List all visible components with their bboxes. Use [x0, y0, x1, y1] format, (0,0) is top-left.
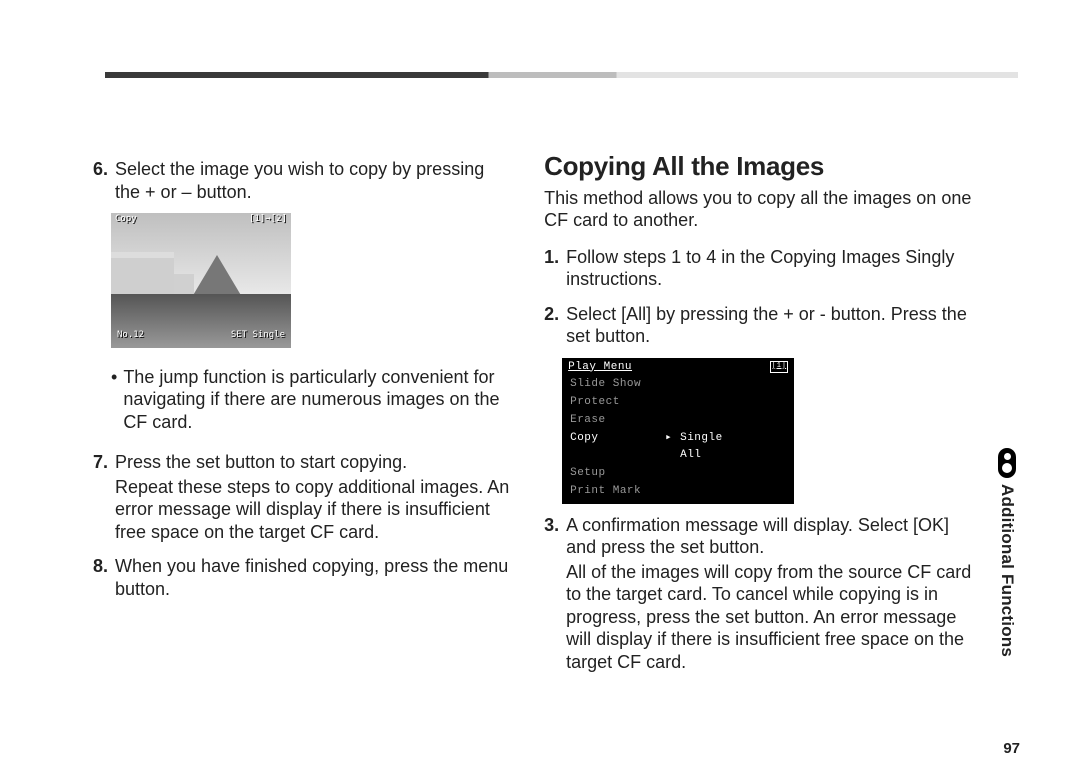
step-number: 2.	[544, 303, 559, 348]
camera-preview-image: Copy [1]→[2] No.12 SET Single	[111, 213, 291, 348]
menu-row: Protect	[562, 394, 794, 412]
left-column: 6. Select the image you wish to copy by …	[93, 150, 514, 745]
manual-page: 6. Select the image you wish to copy by …	[0, 0, 1080, 765]
step-2: 2. Select [All] by pressing the + or - b…	[544, 303, 975, 348]
section-heading: Copying All the Images	[544, 150, 975, 183]
right-column: Copying All the Images This method allow…	[544, 150, 975, 745]
step-8: 8. When you have finished copying, press…	[93, 555, 514, 600]
step-text: Follow steps 1 to 4 in the Copying Image…	[566, 246, 975, 291]
menu-row: Copy▸Single	[562, 430, 794, 448]
step-6: 6. Select the image you wish to copy by …	[93, 158, 514, 203]
menu-row: All	[562, 447, 794, 465]
preview-top-left: Copy	[115, 214, 137, 229]
step-sub: Repeat these steps to copy additional im…	[115, 476, 514, 544]
menu-item-value: All	[680, 449, 701, 463]
menu-item-label: Protect	[570, 396, 665, 410]
cf-card-icon: [1]	[770, 361, 788, 373]
arrow-icon: ▸	[665, 432, 680, 446]
step-number: 1.	[544, 246, 559, 291]
step-1: 1. Follow steps 1 to 4 in the Copying Im…	[544, 246, 975, 291]
menu-row: Slide Show	[562, 376, 794, 394]
step-7: 7. Press the set button to start copying…	[93, 451, 514, 543]
step-6-bullet: • The jump function is particularly conv…	[111, 366, 514, 434]
menu-item-label: Setup	[570, 467, 665, 481]
side-tab-icon	[998, 448, 1016, 478]
step-text: Select the image you wish to copy by pre…	[115, 158, 514, 203]
side-tab: Additional Functions	[994, 448, 1020, 657]
step-number: 6.	[93, 158, 108, 203]
menu-item-label: Erase	[570, 414, 665, 428]
menu-row: Setup	[562, 465, 794, 483]
menu-item-label	[570, 449, 665, 463]
menu-title-row: Play Menu [1]	[562, 360, 794, 377]
menu-item-label: Print Mark	[570, 485, 665, 499]
bullet-text: The jump function is particularly conven…	[123, 366, 514, 434]
side-tab-label: Additional Functions	[997, 484, 1017, 657]
step-text: Select [All] by pressing the + or - butt…	[566, 303, 975, 348]
menu-row: Print Mark	[562, 483, 794, 501]
preview-top-right: [1]→[2]	[249, 214, 287, 229]
bullet-dot-icon: •	[111, 366, 117, 434]
step-lead: Press the set button to start copying.	[115, 451, 514, 474]
header-rule	[105, 72, 1018, 78]
step-number: 7.	[93, 451, 108, 543]
preview-bottom-left: No.12	[117, 330, 144, 346]
step-number: 8.	[93, 555, 108, 600]
menu-title: Play Menu	[568, 361, 632, 375]
menu-item-value: Single	[680, 432, 723, 446]
preview-bottom-right: SET Single	[231, 330, 285, 346]
menu-item-label: Slide Show	[570, 378, 665, 392]
step-sub: All of the images will copy from the sou…	[566, 561, 975, 674]
page-number: 97	[1003, 740, 1020, 757]
step-3: 3. A confirmation message will display. …	[544, 514, 975, 674]
menu-item-label: Copy	[570, 432, 665, 446]
step-number: 3.	[544, 514, 559, 674]
menu-row: Erase	[562, 412, 794, 430]
content-columns: 6. Select the image you wish to copy by …	[93, 150, 975, 745]
section-intro: This method allows you to copy all the i…	[544, 187, 975, 232]
step-text: When you have finished copying, press th…	[115, 555, 514, 600]
step-lead: A confirmation message will display. Sel…	[566, 514, 975, 559]
play-menu-screenshot: Play Menu [1] Slide Show Protect Erase Copy…	[562, 358, 794, 504]
